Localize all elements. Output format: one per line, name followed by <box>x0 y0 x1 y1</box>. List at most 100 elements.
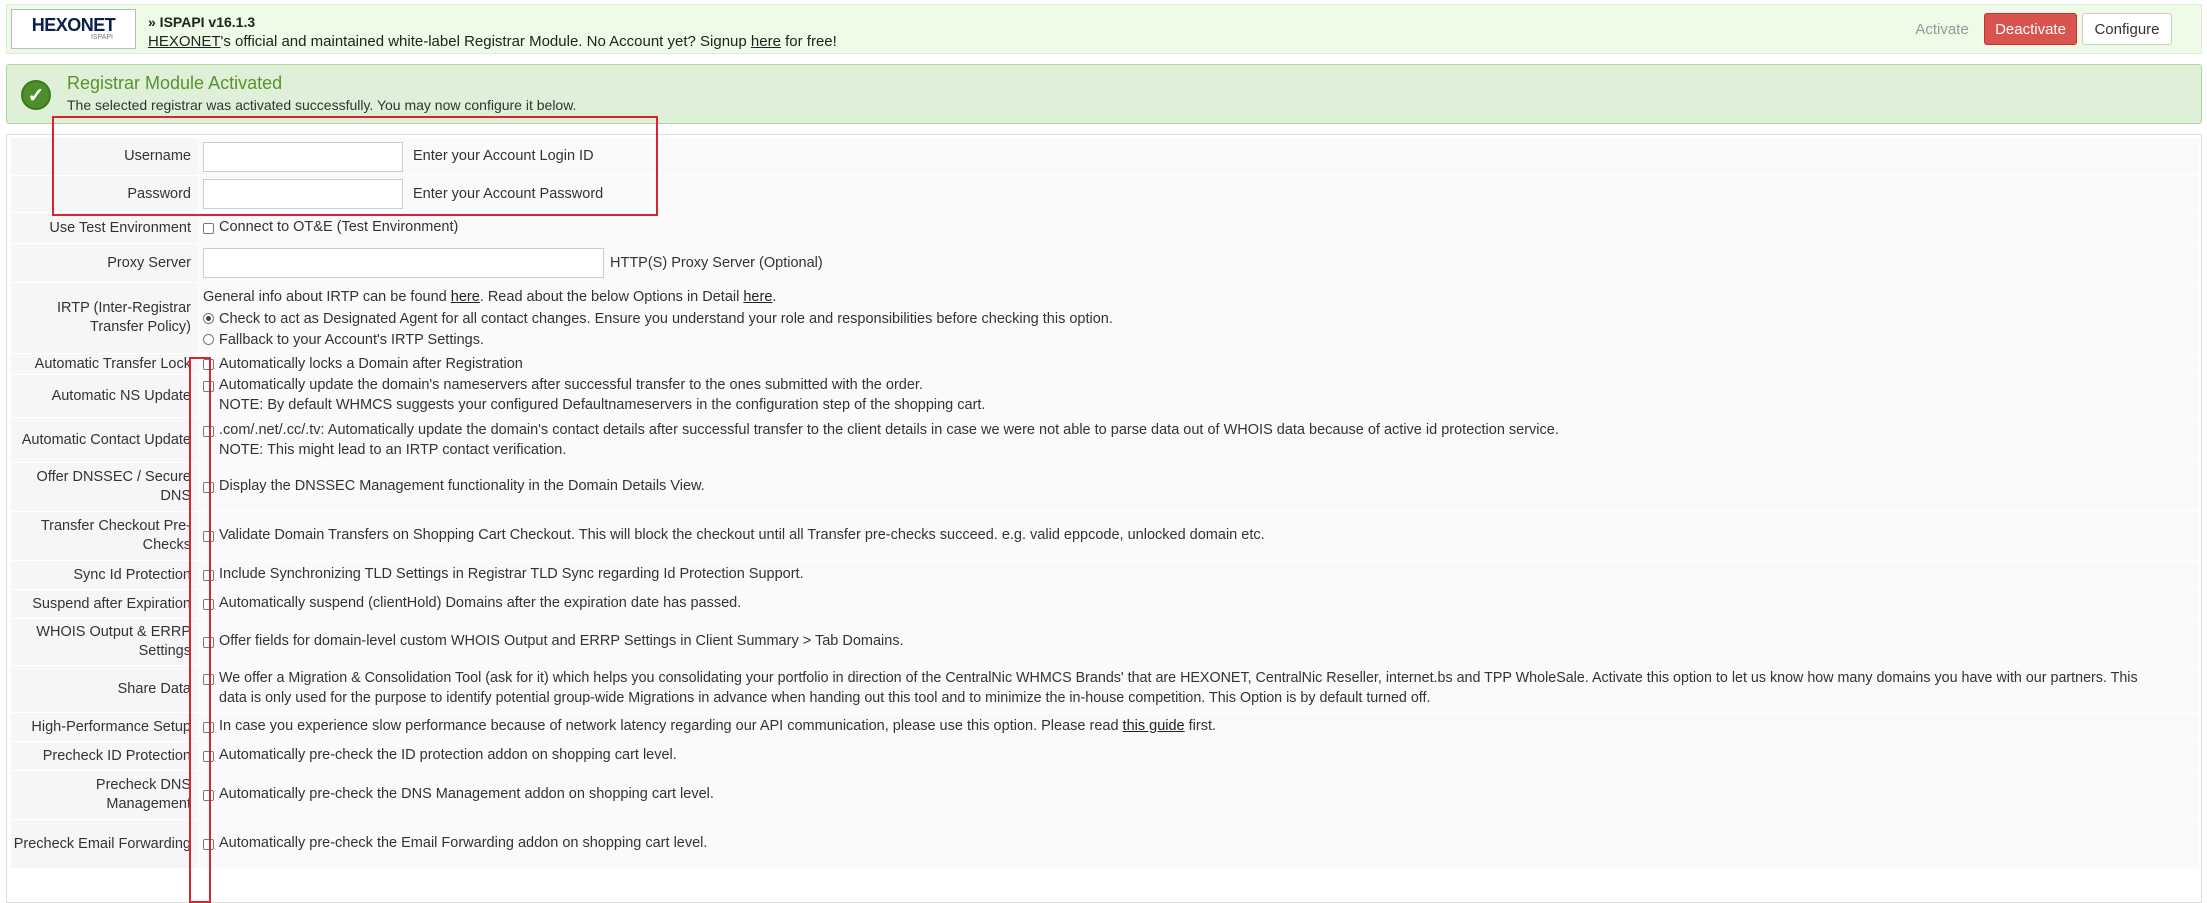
guide-link[interactable]: this guide <box>1123 718 1185 734</box>
proxy-hint: HTTP(S) Proxy Server (Optional) <box>610 255 823 271</box>
share-data-text-2: data is only used for the purpose to ide… <box>219 690 1431 706</box>
high-performance-label: High-Performance Setup <box>11 713 197 741</box>
password-input[interactable] <box>203 179 403 209</box>
proxy-label: Proxy Server <box>11 244 197 282</box>
auto-ns-update-checkbox[interactable] <box>203 381 214 392</box>
irtp-option-2-text: Fallback to your Account's IRTP Settings… <box>219 332 484 348</box>
dnssec-text: Display the DNSSEC Management functional… <box>219 478 705 494</box>
high-performance-text: In case you experience slow performance … <box>219 717 1216 736</box>
dnssec-checkbox[interactable] <box>203 482 214 493</box>
auto-contact-update-row: Automatic Contact Update .com/.net/.cc/.… <box>11 418 2199 462</box>
transfer-prechecks-row: Transfer Checkout Pre-Checks Validate Do… <box>11 512 2199 560</box>
precheck-email-label: Precheck Email Forwarding <box>11 820 197 868</box>
proxy-row: Proxy Server HTTP(S) Proxy Server (Optio… <box>11 244 2199 282</box>
test-env-label: Use Test Environment <box>11 213 197 243</box>
test-env-row: Use Test Environment Connect to OT&E (Te… <box>11 213 2199 243</box>
hexonet-link[interactable]: HEXONET <box>148 33 221 50</box>
high-performance-text-a: In case you experience slow performance … <box>219 718 1123 734</box>
irtp-info-a: General info about IRTP can be found <box>203 289 451 305</box>
success-alert: ✓ Registrar Module Activated The selecte… <box>6 64 2202 124</box>
suspend-label: Suspend after Expiration <box>11 590 197 618</box>
auto-ns-update-text: Automatically update the domain's namese… <box>219 377 923 393</box>
high-performance-row: High-Performance Setup In case you exper… <box>11 713 2199 741</box>
whois-errp-row: WHOIS Output & ERRP Settings Offer field… <box>11 619 2199 665</box>
description-end: for free! <box>780 33 837 50</box>
username-hint: Enter your Account Login ID <box>413 148 594 164</box>
irtp-info-b: . Read about the below Options in Detail <box>479 289 744 305</box>
test-env-checkbox[interactable] <box>203 223 214 234</box>
auto-transfer-lock-label: Automatic Transfer Lock <box>11 354 197 374</box>
whois-errp-label: WHOIS Output & ERRP Settings <box>11 619 197 665</box>
username-input[interactable] <box>203 142 403 172</box>
proxy-input[interactable] <box>203 248 604 278</box>
activate-button[interactable]: Activate <box>1907 13 1977 45</box>
irtp-option-1-text: Check to act as Designated Agent for all… <box>219 311 1113 327</box>
auto-contact-update-label: Automatic Contact Update <box>11 418 197 462</box>
module-title: » ISPAPI v16.1.3 <box>148 14 256 30</box>
precheck-email-row: Precheck Email Forwarding Automatically … <box>11 820 2199 868</box>
auto-ns-update-label: Automatic NS Update <box>11 375 197 417</box>
dnssec-row: Offer DNSSEC / Secure DNS Display the DN… <box>11 463 2199 511</box>
precheck-id-label: Precheck ID Protection <box>11 742 197 770</box>
sync-id-protection-checkbox[interactable] <box>203 570 214 581</box>
irtp-label: IRTP (Inter-Registrar Transfer Policy) <box>11 283 197 353</box>
auto-ns-update-row: Automatic NS Update Automatically update… <box>11 375 2199 417</box>
precheck-dns-row: Precheck DNS Management Automatically pr… <box>11 771 2199 819</box>
irtp-option-2: Fallback to your Account's IRTP Settings… <box>203 331 484 350</box>
dnssec-label: Offer DNSSEC / Secure DNS <box>11 463 197 511</box>
auto-transfer-lock-checkbox[interactable] <box>203 359 214 370</box>
share-data-text-1: We offer a Migration & Consolidation Too… <box>219 670 2138 686</box>
auto-ns-update-note: NOTE: By default WHMCS suggests your con… <box>219 397 986 413</box>
auto-contact-update-checkbox[interactable] <box>203 426 214 437</box>
test-env-text: Connect to OT&E (Test Environment) <box>219 219 459 235</box>
username-row: Username Enter your Account Login ID <box>11 138 2199 175</box>
transfer-prechecks-text: Validate Domain Transfers on Shopping Ca… <box>219 527 1265 543</box>
precheck-email-checkbox[interactable] <box>203 839 214 850</box>
password-label: Password <box>11 176 197 212</box>
share-data-row: Share Data We offer a Migration & Consol… <box>11 666 2199 712</box>
irtp-detail-link[interactable]: here <box>743 289 772 305</box>
auto-contact-update-text: .com/.net/.cc/.tv: Automatically update … <box>219 422 1559 438</box>
whois-errp-text: Offer fields for domain-level custom WHO… <box>219 633 904 649</box>
checkmark-icon: ✓ <box>21 80 51 110</box>
signup-link[interactable]: here <box>751 33 781 50</box>
logo-subtext: ISPAPI <box>90 34 113 41</box>
suspend-checkbox[interactable] <box>203 599 214 610</box>
irtp-info-link[interactable]: here <box>451 289 480 305</box>
irtp-radio-fallback[interactable] <box>203 334 214 345</box>
transfer-prechecks-label: Transfer Checkout Pre-Checks <box>11 512 197 560</box>
logo-text: HEXONET <box>31 15 116 35</box>
precheck-id-checkbox[interactable] <box>203 751 214 762</box>
config-form: Username Enter your Account Login ID Pas… <box>6 134 2202 903</box>
sync-id-protection-row: Sync Id Protection Include Synchronizing… <box>11 561 2199 589</box>
irtp-info-c: . <box>772 289 777 305</box>
password-row: Password Enter your Account Password <box>11 176 2199 212</box>
deactivate-button[interactable]: Deactivate <box>1984 13 2077 45</box>
irtp-row: IRTP (Inter-Registrar Transfer Policy) G… <box>11 283 2199 353</box>
transfer-prechecks-checkbox[interactable] <box>203 531 214 542</box>
whois-errp-checkbox[interactable] <box>203 637 214 648</box>
sync-id-protection-label: Sync Id Protection <box>11 561 197 589</box>
password-hint: Enter your Account Password <box>413 186 604 202</box>
irtp-option-1: Check to act as Designated Agent for all… <box>203 310 1113 329</box>
precheck-id-text: Automatically pre-check the ID protectio… <box>219 747 677 763</box>
precheck-dns-checkbox[interactable] <box>203 790 214 801</box>
share-data-checkbox[interactable] <box>203 674 214 685</box>
suspend-row: Suspend after Expiration Automatically s… <box>11 590 2199 618</box>
module-header: HEXONET ISPAPI » ISPAPI v16.1.3 HEXONET'… <box>6 4 2202 54</box>
irtp-info: General info about IRTP can be found her… <box>203 288 776 307</box>
configure-button[interactable]: Configure <box>2082 13 2172 45</box>
description-text: 's official and maintained white-label R… <box>220 33 751 50</box>
irtp-radio-designated-agent[interactable] <box>203 313 214 324</box>
suspend-text: Automatically suspend (clientHold) Domai… <box>219 595 742 611</box>
module-description: HEXONET's official and maintained white-… <box>148 33 837 50</box>
precheck-dns-label: Precheck DNS Management <box>11 771 197 819</box>
hexonet-logo: HEXONET ISPAPI <box>11 9 136 49</box>
username-label: Username <box>11 138 197 175</box>
precheck-dns-text: Automatically pre-check the DNS Manageme… <box>219 786 714 802</box>
auto-transfer-lock-row: Automatic Transfer Lock Automatically lo… <box>11 354 2199 374</box>
alert-title: Registrar Module Activated <box>67 73 283 93</box>
high-performance-checkbox[interactable] <box>203 722 214 733</box>
alert-text: The selected registrar was activated suc… <box>67 97 577 113</box>
precheck-id-row: Precheck ID Protection Automatically pre… <box>11 742 2199 770</box>
